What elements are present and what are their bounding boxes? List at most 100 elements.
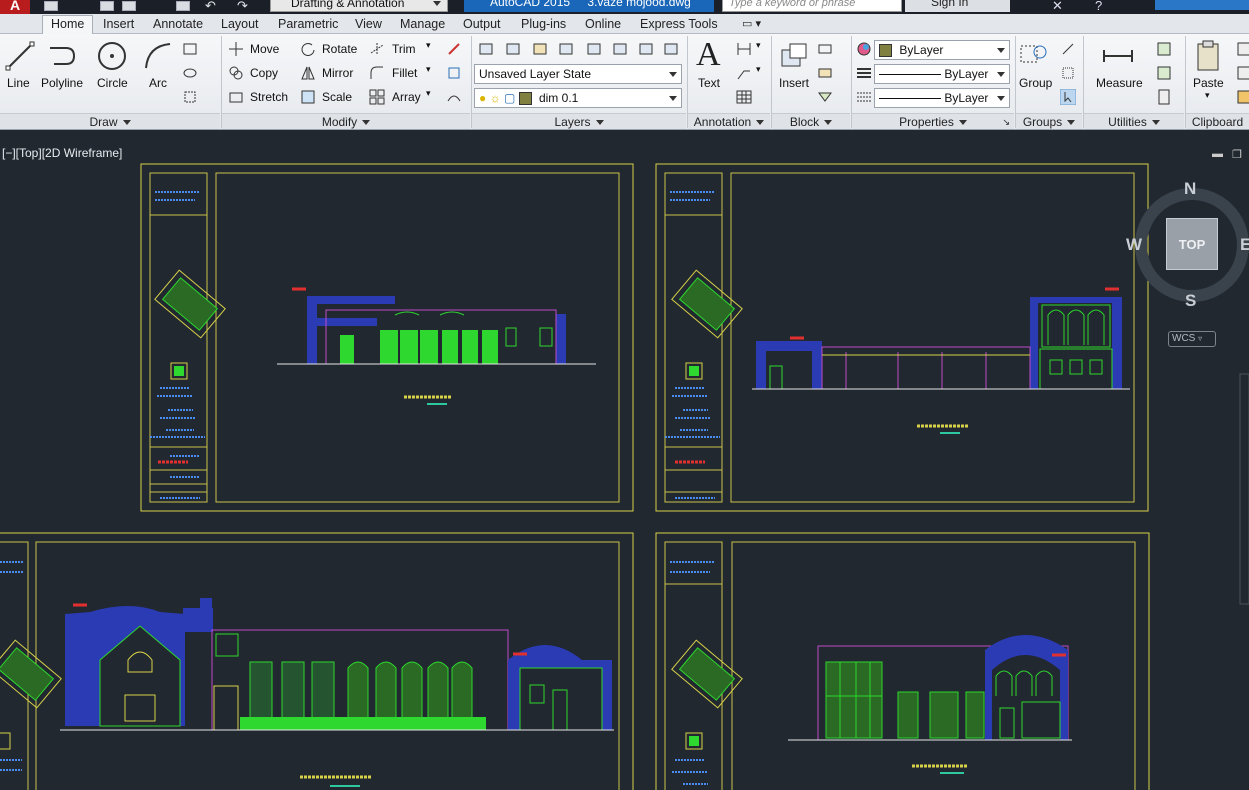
redo-icon[interactable]: ↷ bbox=[237, 0, 248, 14]
polyline-button[interactable]: Polyline bbox=[41, 76, 83, 90]
line-button[interactable]: Line bbox=[7, 76, 30, 90]
compass-north[interactable]: N bbox=[1184, 179, 1196, 199]
viewport-controls-label[interactable]: [−][Top][2D Wireframe] bbox=[2, 146, 122, 160]
fillet-button[interactable]: Fillet bbox=[392, 66, 417, 80]
leader-icon[interactable] bbox=[736, 65, 752, 81]
layer-state-dropdown[interactable]: Unsaved Layer State bbox=[474, 64, 682, 84]
measure-button[interactable]: Measure bbox=[1096, 76, 1143, 90]
group-button[interactable]: Group bbox=[1019, 76, 1052, 90]
layer-properties-icon[interactable] bbox=[478, 41, 494, 57]
compass-south[interactable]: S bbox=[1185, 291, 1196, 311]
explode-icon[interactable] bbox=[446, 65, 462, 81]
cut-icon[interactable] bbox=[1236, 41, 1249, 57]
offset-icon[interactable] bbox=[446, 89, 462, 105]
rectangle-icon[interactable] bbox=[182, 41, 198, 57]
color-dropdown[interactable]: ByLayer bbox=[874, 40, 1010, 60]
paste-button[interactable]: Paste bbox=[1193, 76, 1224, 90]
erase-icon[interactable] bbox=[446, 41, 462, 57]
sign-in-button[interactable]: Sign In bbox=[905, 0, 1010, 12]
navigation-bar[interactable] bbox=[1239, 373, 1249, 605]
chevron-down-icon[interactable]: ▾ bbox=[426, 64, 431, 75]
search-input[interactable]: Type a keyword or phrase bbox=[722, 0, 902, 12]
plot-icon[interactable] bbox=[176, 1, 190, 11]
hatch-icon[interactable] bbox=[182, 65, 198, 81]
help-icon[interactable]: ? bbox=[1095, 0, 1102, 13]
application-menu-button[interactable]: A bbox=[0, 0, 30, 14]
exchange-icon[interactable]: ✕ bbox=[1052, 0, 1063, 14]
annotation-panel-label[interactable]: Annotation bbox=[688, 113, 770, 129]
saveas-icon[interactable] bbox=[100, 1, 114, 11]
tab-annotate[interactable]: Annotate bbox=[153, 16, 203, 34]
minimize-viewport-icon[interactable]: ▬ bbox=[1212, 148, 1223, 160]
tab-layout[interactable]: Layout bbox=[221, 16, 259, 34]
match-properties-icon[interactable] bbox=[856, 41, 872, 57]
group-selection-icon[interactable] bbox=[1060, 89, 1076, 105]
tab-plugins[interactable]: Plug-ins bbox=[521, 16, 566, 34]
boundary-icon[interactable] bbox=[182, 89, 198, 105]
chevron-down-icon[interactable]: ▾ bbox=[1205, 90, 1210, 101]
copy-clip-icon[interactable] bbox=[1236, 65, 1249, 81]
window-controls[interactable] bbox=[1155, 0, 1249, 10]
restore-viewport-icon[interactable]: ❐ bbox=[1232, 148, 1242, 161]
calculator-icon[interactable] bbox=[1156, 89, 1172, 105]
workspace-dropdown[interactable]: Drafting & Annotation bbox=[270, 0, 448, 12]
properties-panel-label[interactable]: Properties ↘ bbox=[852, 113, 1014, 129]
tab-home[interactable]: Home bbox=[42, 15, 94, 35]
stretch-button[interactable]: Stretch bbox=[250, 90, 288, 104]
wcs-menu[interactable]: WCS ▿ bbox=[1168, 331, 1216, 347]
select-all-icon[interactable] bbox=[1156, 65, 1172, 81]
table-icon[interactable] bbox=[736, 89, 752, 105]
chevron-down-icon[interactable]: ▾ bbox=[426, 88, 431, 99]
layer-lock-icon[interactable] bbox=[663, 41, 679, 57]
chevron-down-icon[interactable]: ▾ bbox=[756, 64, 761, 75]
draw-panel-label[interactable]: Draw bbox=[0, 113, 220, 129]
arc-button[interactable]: Arc bbox=[149, 76, 167, 90]
drawing-canvas[interactable] bbox=[0, 131, 1249, 790]
quick-select-icon[interactable] bbox=[1156, 41, 1172, 57]
layer-walk-icon[interactable] bbox=[638, 41, 654, 57]
block-panel-label[interactable]: Block bbox=[772, 113, 850, 129]
save-icon[interactable] bbox=[44, 1, 58, 11]
tab-online[interactable]: Online bbox=[585, 16, 621, 34]
compass-east[interactable]: E bbox=[1240, 235, 1249, 255]
ungroup-icon[interactable] bbox=[1060, 41, 1076, 57]
viewcube-top-face[interactable]: TOP bbox=[1166, 218, 1218, 270]
trim-button[interactable]: Trim bbox=[392, 42, 416, 56]
tab-output[interactable]: Output bbox=[463, 16, 501, 34]
utilities-panel-label[interactable]: Utilities bbox=[1084, 113, 1184, 129]
chevron-down-icon[interactable]: ▾ bbox=[756, 40, 761, 51]
edit-attributes-icon[interactable] bbox=[817, 89, 833, 105]
tab-express-tools[interactable]: Express Tools bbox=[640, 16, 718, 34]
copy-base-icon[interactable] bbox=[1236, 89, 1249, 105]
layers-panel-label[interactable]: Layers bbox=[472, 113, 686, 129]
tab-manage[interactable]: Manage bbox=[400, 16, 445, 34]
copy-button[interactable]: Copy bbox=[250, 66, 278, 80]
tab-view[interactable]: View bbox=[355, 16, 382, 34]
array-button[interactable]: Array bbox=[392, 90, 421, 104]
circle-button[interactable]: Circle bbox=[97, 76, 128, 90]
dimension-icon[interactable] bbox=[736, 41, 752, 57]
undo-icon[interactable]: ↶ bbox=[205, 0, 216, 14]
chevron-down-icon[interactable]: ▾ bbox=[426, 40, 431, 51]
group-edit-icon[interactable] bbox=[1060, 65, 1076, 81]
rotate-button[interactable]: Rotate bbox=[322, 42, 357, 56]
layer-off-icon[interactable] bbox=[558, 41, 574, 57]
dialog-launcher-icon[interactable]: ↘ bbox=[1002, 114, 1010, 130]
text-button[interactable]: Text bbox=[698, 76, 720, 90]
scale-button[interactable]: Scale bbox=[322, 90, 352, 104]
layer-previous-icon[interactable] bbox=[612, 41, 628, 57]
mirror-button[interactable]: Mirror bbox=[322, 66, 353, 80]
compass-west[interactable]: W bbox=[1126, 235, 1142, 255]
layer-dropdown[interactable]: ● ☼ ▢ dim 0.1 bbox=[474, 88, 682, 108]
move-button[interactable]: Move bbox=[250, 42, 279, 56]
layer-isolate-icon[interactable] bbox=[505, 41, 521, 57]
layer-freeze-icon[interactable] bbox=[532, 41, 548, 57]
layer-match-icon[interactable] bbox=[586, 41, 602, 57]
tab-insert[interactable]: Insert bbox=[103, 16, 134, 34]
insert-button[interactable]: Insert bbox=[779, 76, 809, 90]
open-icon[interactable] bbox=[122, 1, 136, 11]
cad-drawing[interactable] bbox=[0, 131, 1249, 790]
lineweight-dropdown[interactable]: ByLayer bbox=[874, 64, 1010, 84]
create-block-icon[interactable] bbox=[817, 41, 833, 57]
tab-parametric[interactable]: Parametric bbox=[278, 16, 338, 34]
